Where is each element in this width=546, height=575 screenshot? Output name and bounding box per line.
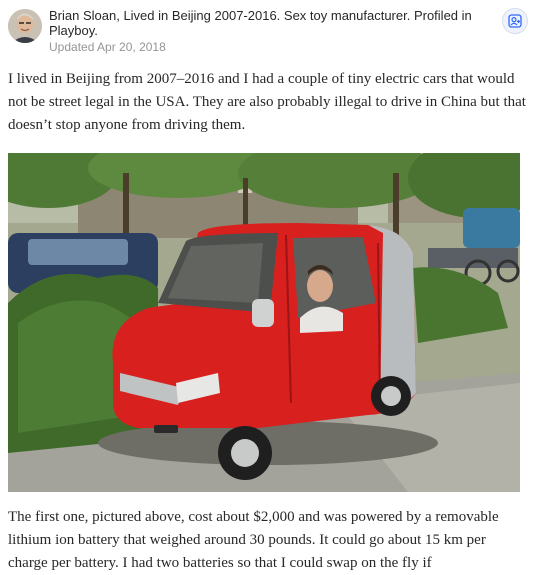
answer-photo[interactable] <box>8 153 520 492</box>
answer-header: Brian Sloan, Lived in Beijing 2007-2016.… <box>8 6 538 56</box>
author-name[interactable]: Brian Sloan <box>49 8 116 23</box>
author-avatar[interactable] <box>8 9 42 43</box>
updated-date[interactable]: Updated Apr 20, 2018 <box>49 40 166 54</box>
follow-user-icon <box>508 14 522 28</box>
author-line: Brian Sloan, Lived in Beijing 2007-2016.… <box>49 8 489 38</box>
answer-paragraph-2: The first one, pictured above, cost abou… <box>8 509 499 571</box>
red-electric-car-photo <box>8 153 520 492</box>
follow-button[interactable] <box>502 8 528 34</box>
answer-paragraph-1: I lived in Beijing from 2007–2016 and I … <box>8 71 526 133</box>
